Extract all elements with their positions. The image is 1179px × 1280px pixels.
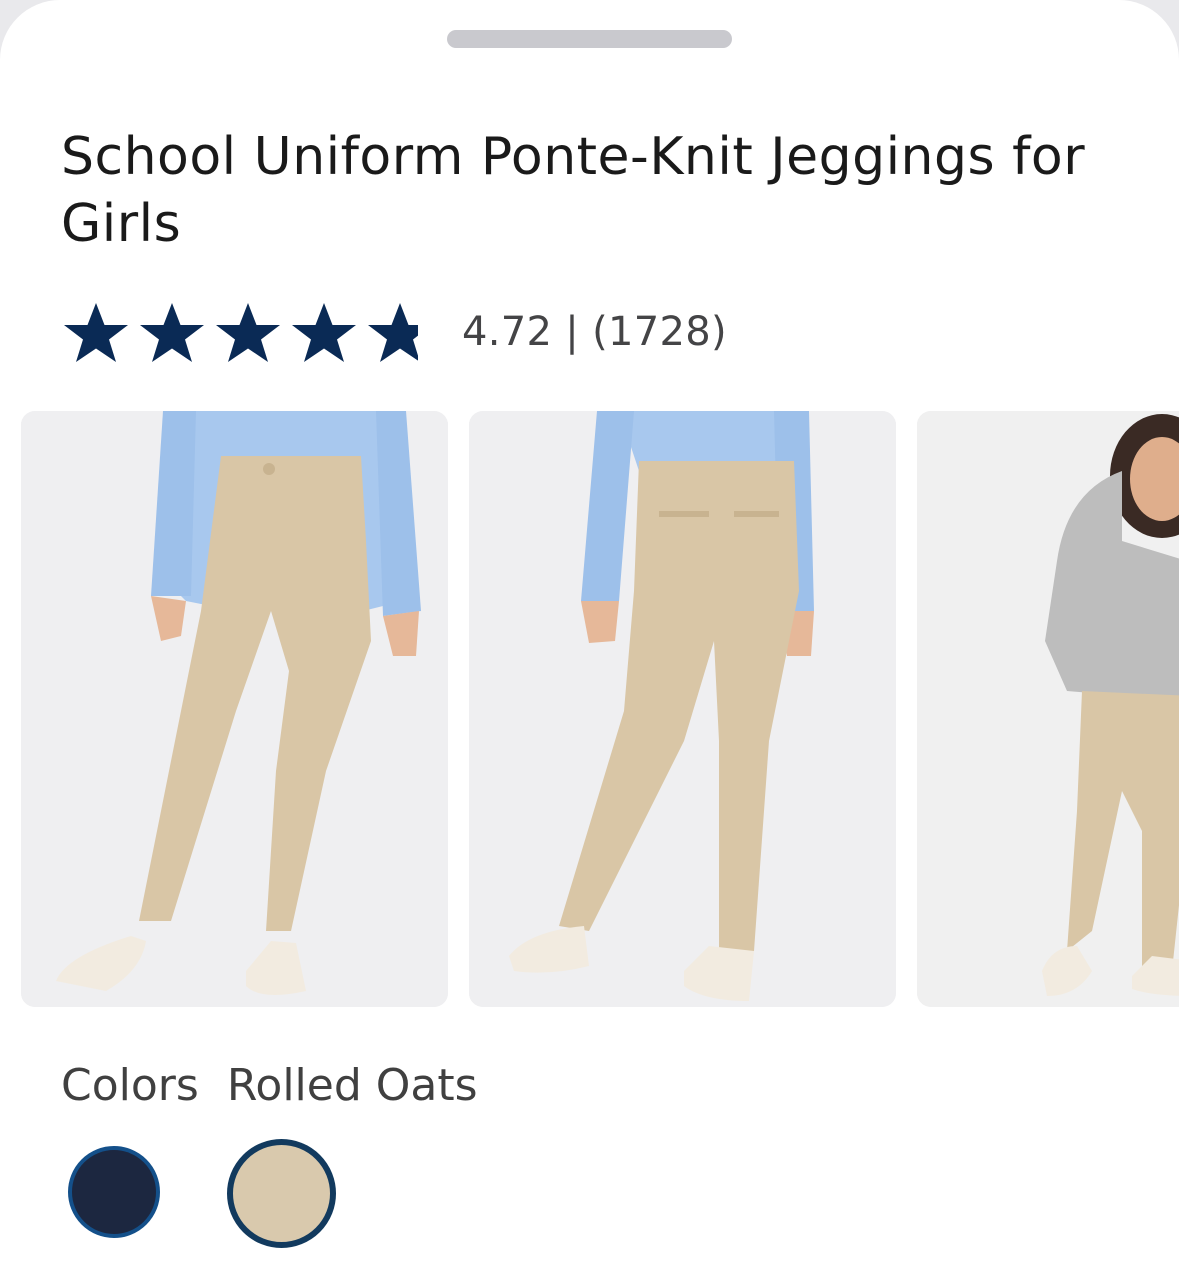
partial-star-icon [368, 303, 418, 362]
gallery-image-front[interactable] [21, 411, 448, 1007]
back-view-photo-icon [469, 411, 896, 1007]
colors-heading: Colors Rolled Oats [61, 1058, 478, 1114]
star-icon [216, 303, 280, 362]
rating-summary: 4.72 | (1728) [462, 309, 727, 355]
rating-stars [60, 300, 436, 364]
product-sheet: School Uniform Ponte-Knit Jeggings for G… [0, 0, 1179, 1280]
image-gallery[interactable] [21, 411, 1179, 1007]
product-rating[interactable]: 4.72 | (1728) [60, 300, 727, 364]
colors-label: Colors [61, 1060, 199, 1111]
star-icon [64, 303, 128, 362]
gallery-image-model[interactable] [917, 411, 1179, 1007]
model-in-hoodie-photo-icon [917, 411, 1179, 1007]
front-view-photo-icon [21, 411, 448, 1007]
color-swatch-rolled-oats[interactable] [227, 1139, 336, 1248]
star-icon [140, 303, 204, 362]
sheet-grabber-handle[interactable] [447, 30, 732, 48]
star-icon [292, 303, 356, 362]
gallery-image-back[interactable] [469, 411, 896, 1007]
color-swatch-navy[interactable] [68, 1146, 160, 1238]
selected-color-name: Rolled Oats [226, 1060, 478, 1111]
product-title: School Uniform Ponte-Knit Jeggings for G… [61, 127, 1086, 254]
